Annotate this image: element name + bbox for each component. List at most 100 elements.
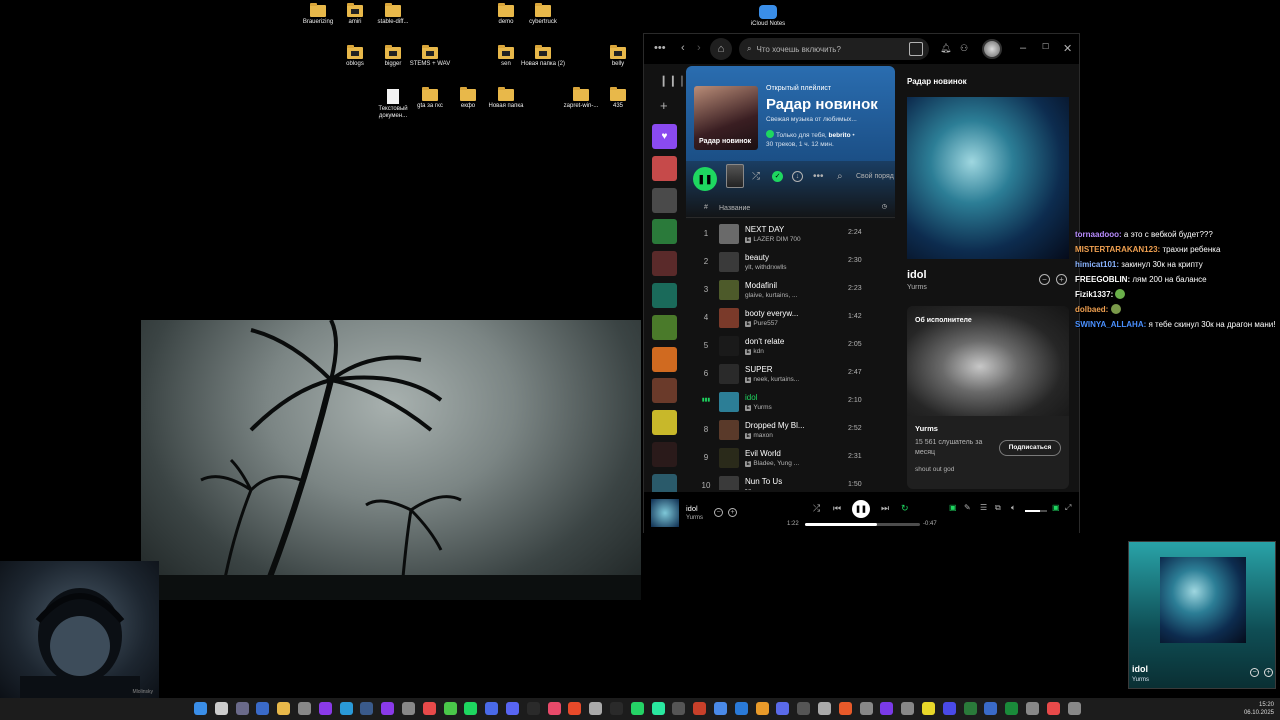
- taskbar-app-icon[interactable]: [797, 702, 811, 715]
- taskbar-app-icon[interactable]: [1005, 702, 1019, 715]
- taskbar-app-icon[interactable]: [422, 702, 436, 715]
- taskbar-app-icon[interactable]: [402, 702, 415, 715]
- taskbar-app-icon[interactable]: [464, 702, 478, 715]
- more-options-icon[interactable]: •••: [813, 171, 824, 182]
- fullscreen-icon[interactable]: ⤢: [1065, 503, 1071, 513]
- add-icon[interactable]: +: [660, 98, 668, 113]
- about-artist-card[interactable]: Об исполнителе Yurms 15 561 слушатель за…: [907, 306, 1069, 489]
- maximize-icon[interactable]: ☐: [1042, 42, 1049, 51]
- miniplayer-icon[interactable]: ▣: [1052, 503, 1060, 512]
- shuffle-icon[interactable]: ⤮: [752, 171, 760, 182]
- start-icon[interactable]: [194, 702, 207, 715]
- track-row[interactable]: 10 Nun To Us E 1:50: [686, 472, 895, 490]
- track-artist[interactable]: Ekdn: [745, 348, 835, 355]
- np-artist[interactable]: Yurms: [907, 284, 927, 291]
- player-pause-button[interactable]: ❚❚: [852, 500, 870, 518]
- taskbar-app-icon[interactable]: [381, 702, 395, 715]
- taskbar-app-icon[interactable]: [734, 702, 748, 715]
- track-artist-name[interactable]: LAZER DIM 700: [753, 236, 800, 243]
- notification-icon[interactable]: 🔔︎: [940, 43, 951, 54]
- taskbar-app-icon[interactable]: [755, 702, 769, 715]
- desktop-icon[interactable]: Новая папка: [480, 87, 532, 110]
- taskbar-app-icon[interactable]: [901, 702, 915, 715]
- track-row[interactable]: 8 Dropped My Bl... Emaxon 2:52: [686, 416, 895, 444]
- now-playing-view-icon[interactable]: ▣: [949, 503, 957, 512]
- track-artist[interactable]: E LAZER DIM 700: [745, 236, 835, 243]
- back-icon[interactable]: ‹: [681, 42, 685, 54]
- taskbar-app-icon[interactable]: [651, 702, 665, 715]
- track-artist-name[interactable]: neek, kurtains...: [753, 376, 799, 383]
- sort-dropdown[interactable]: Свой поряд: [856, 173, 894, 180]
- preview-thumb[interactable]: [726, 164, 744, 188]
- taskbar-app-icon[interactable]: [568, 702, 582, 715]
- taskbar-app-icon[interactable]: [776, 702, 790, 715]
- desktop-icon[interactable]: iCloud Notes: [742, 5, 794, 28]
- user-avatar[interactable]: [982, 39, 1002, 59]
- taskbar-app-icon[interactable]: [922, 702, 935, 715]
- library-playlist-thumb[interactable]: [652, 283, 677, 308]
- track-artist[interactable]: glaive, kurtains, ...: [745, 292, 835, 299]
- track-row[interactable]: 3 Modafinil glaive, kurtains, ... 2:23: [686, 276, 895, 304]
- taskbar-app-icon[interactable]: [942, 702, 956, 715]
- shuffle-control-icon[interactable]: ⤮: [813, 503, 820, 514]
- track-row[interactable]: 9 Evil World E Bladee, Yung ... 2:31: [686, 444, 895, 472]
- desktop-icon[interactable]: 435: [592, 87, 644, 110]
- chat-username[interactable]: himicat101:: [1075, 260, 1119, 269]
- library-playlist-thumb[interactable]: [652, 442, 677, 467]
- mini-add-icon[interactable]: +: [1264, 668, 1273, 677]
- library-playlist-thumb[interactable]: [652, 155, 677, 181]
- liked-songs-thumb[interactable]: ♥: [652, 124, 677, 149]
- saved-check-icon[interactable]: ✓: [772, 171, 783, 182]
- track-title[interactable]: Modafinil: [745, 281, 835, 290]
- taskbar-app-icon[interactable]: [838, 702, 852, 715]
- track-title[interactable]: NEXT DAY: [745, 225, 835, 234]
- repeat-icon[interactable]: ↻: [901, 503, 909, 514]
- chat-username[interactable]: MISTERTARAKAN123:: [1075, 245, 1160, 254]
- spotify-window[interactable]: ••• ‹ › ⌂ ⌕ Что хочешь включить? 🔔︎ ⚇ – …: [643, 33, 1080, 534]
- system-clock[interactable]: 15:20 06.10.2025: [1240, 701, 1274, 717]
- chat-username[interactable]: SWINYA_ALLAHA:: [1075, 320, 1146, 329]
- chat-username[interactable]: FREEGOBLIN:: [1075, 275, 1130, 284]
- taskbar-app-icon[interactable]: [506, 702, 519, 715]
- about-artist-name[interactable]: Yurms: [915, 424, 938, 433]
- play-pause-button[interactable]: ❚❚: [693, 167, 717, 191]
- player-add-icon[interactable]: +: [728, 508, 737, 517]
- track-row[interactable]: ▮▮▮ idol E Yurms 2:10: [686, 388, 895, 416]
- download-icon[interactable]: ↓: [792, 171, 803, 182]
- track-artist[interactable]: E Yurms: [745, 404, 835, 411]
- track-title[interactable]: idol: [745, 393, 835, 402]
- track-artist[interactable]: Eneek, kurtains...: [745, 376, 835, 383]
- queue-icon[interactable]: ☰: [980, 503, 987, 512]
- track-row[interactable]: 1 NEXT DAY E LAZER DIM 700 2:24: [686, 220, 895, 248]
- player-song[interactable]: idol: [686, 504, 698, 513]
- taskbar-app-icon[interactable]: [339, 702, 353, 715]
- track-title[interactable]: don't relate: [745, 337, 835, 346]
- chat-username[interactable]: dolbaed:: [1075, 305, 1108, 314]
- player-remove-icon[interactable]: −: [714, 508, 723, 517]
- forward-icon[interactable]: ›: [697, 42, 701, 54]
- np-add-icon[interactable]: +: [1056, 274, 1067, 285]
- library-playlist-thumb[interactable]: [652, 219, 677, 245]
- device-icon[interactable]: ⧉: [995, 503, 1001, 513]
- desktop-icon[interactable]: Новая папка (2): [517, 45, 569, 68]
- library-playlist-thumb[interactable]: [652, 346, 677, 372]
- track-artist-name[interactable]: maxon: [753, 432, 773, 439]
- taskbar-app-icon[interactable]: [298, 702, 311, 715]
- track-artist[interactable]: E: [745, 488, 835, 490]
- taskbar-search-icon[interactable]: [214, 702, 228, 715]
- taskbar-app-icon[interactable]: [859, 702, 873, 715]
- desktop-icon[interactable]: stable-diff...: [367, 3, 419, 26]
- taskbar-app-icon[interactable]: [277, 702, 291, 715]
- track-title[interactable]: Evil World: [745, 449, 835, 458]
- track-row[interactable]: 2 beauty ylt, withdrxwlls 2:30: [686, 248, 895, 276]
- track-title[interactable]: SUPER: [745, 365, 835, 374]
- volume-icon[interactable]: 🔈︎: [1011, 503, 1016, 513]
- track-row[interactable]: 4 booty everyw... E Pure557 1:42: [686, 304, 895, 332]
- np-remove-icon[interactable]: −: [1039, 274, 1050, 285]
- track-title[interactable]: Dropped My Bl...: [745, 421, 835, 430]
- minimize-icon[interactable]: –: [1020, 42, 1026, 54]
- track-title[interactable]: Nun To Us: [745, 477, 835, 486]
- taskbar-app-icon[interactable]: [984, 702, 998, 715]
- volume-slider[interactable]: [1025, 510, 1047, 512]
- track-artist-name[interactable]: Pure557: [753, 320, 778, 327]
